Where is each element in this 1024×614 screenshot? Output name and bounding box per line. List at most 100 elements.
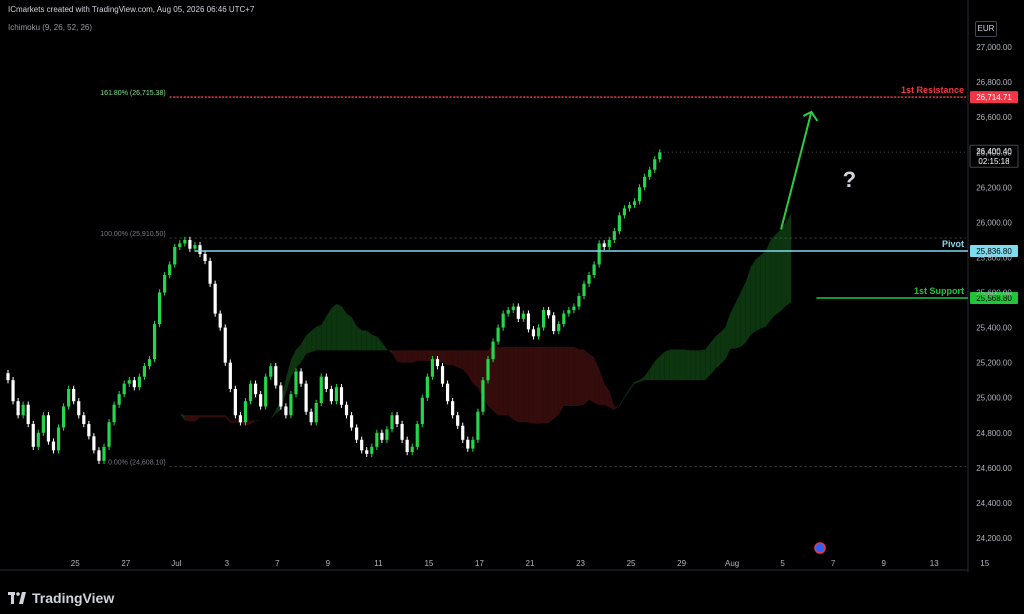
candle-body[interactable] — [552, 315, 556, 332]
candle-body[interactable] — [82, 415, 86, 425]
candle-body[interactable] — [284, 406, 288, 416]
candle-body[interactable] — [102, 446, 106, 461]
candle-body[interactable] — [491, 341, 495, 360]
candle-body[interactable] — [163, 274, 167, 293]
candle-body[interactable] — [541, 310, 546, 328]
candle-body[interactable] — [592, 264, 596, 275]
candle-body[interactable] — [253, 383, 258, 395]
candle-body[interactable] — [157, 292, 162, 325]
candle-body[interactable] — [531, 329, 536, 337]
candle-body[interactable] — [476, 411, 480, 440]
candle-body[interactable] — [107, 422, 111, 447]
candle-body[interactable] — [193, 245, 197, 249]
candle-body[interactable] — [420, 397, 424, 425]
candle-body[interactable] — [648, 169, 652, 177]
candle-body[interactable] — [41, 415, 45, 433]
candle-body[interactable] — [289, 394, 293, 416]
candle-body[interactable] — [658, 152, 662, 160]
candle-body[interactable] — [213, 283, 217, 314]
candle-body[interactable] — [521, 313, 525, 319]
candle-body[interactable] — [314, 402, 318, 423]
candle-body[interactable] — [46, 415, 51, 442]
candle-body[interactable] — [577, 296, 581, 307]
candle-body[interactable] — [360, 439, 364, 451]
candle-body[interactable] — [627, 204, 632, 209]
candle-body[interactable] — [173, 246, 177, 265]
candle-body[interactable] — [178, 243, 182, 247]
candle-body[interactable] — [451, 401, 455, 416]
candle-body[interactable] — [607, 239, 611, 247]
candle-body[interactable] — [122, 383, 126, 395]
candle-body[interactable] — [329, 388, 333, 402]
candle-body[interactable] — [466, 439, 470, 449]
candle-body[interactable] — [370, 446, 374, 454]
candle-body[interactable] — [349, 415, 354, 428]
candle-body[interactable] — [51, 441, 56, 451]
candle-body[interactable] — [602, 243, 606, 247]
candle-body[interactable] — [597, 243, 601, 265]
candle-body[interactable] — [36, 432, 40, 447]
candle-body[interactable] — [612, 231, 616, 240]
candle-body[interactable] — [274, 366, 278, 386]
candle-body[interactable] — [410, 446, 414, 453]
candle-body[interactable] — [385, 429, 389, 440]
candle-body[interactable] — [400, 424, 404, 440]
candle-body[interactable] — [632, 201, 637, 205]
candle-body[interactable] — [456, 415, 460, 426]
candle-body[interactable] — [11, 380, 15, 402]
price-chart[interactable]: 161.80% (26,715.38) 100.00% (25,910.50) 0.… — [0, 0, 1024, 614]
candle-body[interactable] — [572, 306, 576, 311]
candle-body[interactable] — [228, 362, 232, 389]
candle-body[interactable] — [430, 359, 435, 377]
currency-button[interactable]: EUR — [975, 21, 997, 37]
candle-body[interactable] — [425, 376, 429, 398]
candle-body[interactable] — [6, 373, 10, 381]
candle-body[interactable] — [582, 283, 586, 297]
candle-body[interactable] — [440, 366, 445, 384]
candle-body[interactable] — [557, 324, 561, 332]
candle-body[interactable] — [152, 324, 157, 360]
candle-body[interactable] — [481, 380, 485, 412]
candle-body[interactable] — [506, 310, 510, 314]
candle-body[interactable] — [643, 176, 647, 188]
candle-body[interactable] — [562, 313, 566, 325]
candle-body[interactable] — [203, 253, 207, 261]
candle-body[interactable] — [77, 401, 81, 416]
candle-body[interactable] — [617, 215, 621, 232]
candle-body[interactable] — [168, 264, 172, 275]
candle-body[interactable] — [56, 427, 61, 451]
candle-body[interactable] — [279, 385, 283, 407]
candle-body[interactable] — [26, 404, 30, 425]
candle-body[interactable] — [299, 371, 303, 384]
candle-body[interactable] — [147, 359, 152, 367]
candle-body[interactable] — [339, 387, 344, 405]
candle-body[interactable] — [269, 366, 273, 377]
candle-body[interactable] — [127, 380, 131, 384]
candle-body[interactable] — [587, 274, 591, 284]
candle-body[interactable] — [375, 432, 379, 447]
candle-body[interactable] — [243, 401, 248, 423]
candle-body[interactable] — [309, 411, 313, 423]
candle-body[interactable] — [511, 306, 515, 311]
candle-body[interactable] — [16, 401, 20, 416]
candle-body[interactable] — [355, 427, 359, 440]
candle-body[interactable] — [259, 394, 263, 407]
candle-body[interactable] — [264, 376, 268, 407]
candle-body[interactable] — [395, 415, 399, 425]
candle-body[interactable] — [188, 239, 192, 249]
candle-body[interactable] — [344, 404, 349, 416]
candle-body[interactable] — [536, 327, 541, 337]
candle-body[interactable] — [334, 387, 339, 402]
candle-body[interactable] — [248, 383, 253, 402]
candle-body[interactable] — [365, 450, 369, 454]
candle-body[interactable] — [67, 388, 71, 407]
candle-body[interactable] — [218, 313, 222, 328]
candle-body[interactable] — [132, 380, 136, 388]
candle-body[interactable] — [526, 313, 531, 330]
candle-body[interactable] — [486, 359, 490, 381]
candle-body[interactable] — [87, 424, 91, 437]
candle-body[interactable] — [653, 159, 657, 170]
candle-body[interactable] — [435, 359, 440, 367]
candle-body[interactable] — [380, 432, 384, 440]
candle-body[interactable] — [238, 415, 243, 423]
